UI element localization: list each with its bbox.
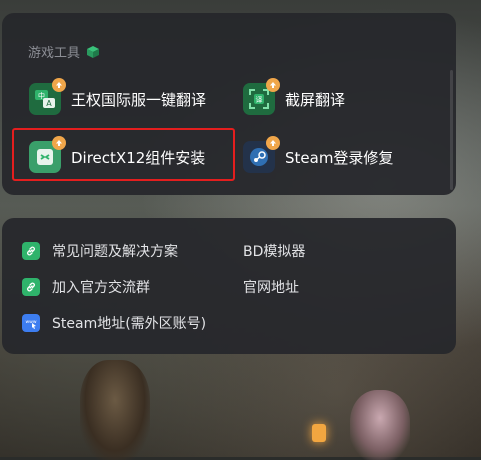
background-figure-left bbox=[80, 360, 150, 460]
link-official-site[interactable]: 官网地址 bbox=[243, 277, 299, 297]
link-label: 加入官方交流群 bbox=[52, 280, 150, 296]
link-icon bbox=[22, 242, 40, 260]
section-title-text: 游戏工具 bbox=[28, 46, 81, 61]
section-title: 游戏工具 bbox=[28, 42, 100, 61]
highlight-box bbox=[12, 128, 235, 181]
cube-icon bbox=[87, 45, 100, 58]
svg-text:www: www bbox=[25, 320, 36, 325]
tool-label: Steam登录修复 bbox=[285, 148, 394, 167]
tool-steam-login-fix[interactable]: Steam登录修复 bbox=[243, 136, 394, 175]
link-icon bbox=[22, 278, 40, 296]
link-faq[interactable]: 常见问题及解决方案 bbox=[22, 241, 178, 261]
background-figure-right bbox=[350, 390, 410, 460]
web-link-icon: www bbox=[22, 314, 40, 332]
steam-icon bbox=[243, 136, 280, 173]
upgrade-badge-icon bbox=[266, 136, 280, 150]
link-join-group[interactable]: 加入官方交流群 bbox=[22, 277, 150, 297]
svg-text:A: A bbox=[46, 99, 52, 108]
screenshot-translate-icon: 译 bbox=[243, 78, 280, 115]
translate-a-icon: 中 A bbox=[29, 78, 66, 115]
link-label: BD模拟器 bbox=[243, 244, 306, 260]
tool-label: 截屏翻译 bbox=[285, 90, 346, 109]
tool-label: 王权国际服一键翻译 bbox=[71, 90, 207, 109]
scrollbar[interactable] bbox=[450, 70, 453, 190]
background-lamp bbox=[312, 424, 326, 442]
tool-screenshot-translate[interactable]: 译 截屏翻译 bbox=[243, 78, 346, 117]
upgrade-badge-icon bbox=[266, 78, 280, 92]
tool-translate-international[interactable]: 中 A 王权国际服一键翻译 bbox=[29, 78, 207, 117]
link-label: 官网地址 bbox=[243, 280, 299, 296]
link-bd-emulator[interactable]: BD模拟器 bbox=[243, 241, 305, 261]
link-label: 常见问题及解决方案 bbox=[52, 244, 178, 260]
upgrade-badge-icon bbox=[52, 78, 66, 92]
svg-text:译: 译 bbox=[256, 96, 263, 104]
link-steam-address[interactable]: www Steam地址(需外区账号) bbox=[22, 313, 206, 333]
link-label: Steam地址(需外区账号) bbox=[52, 316, 207, 332]
